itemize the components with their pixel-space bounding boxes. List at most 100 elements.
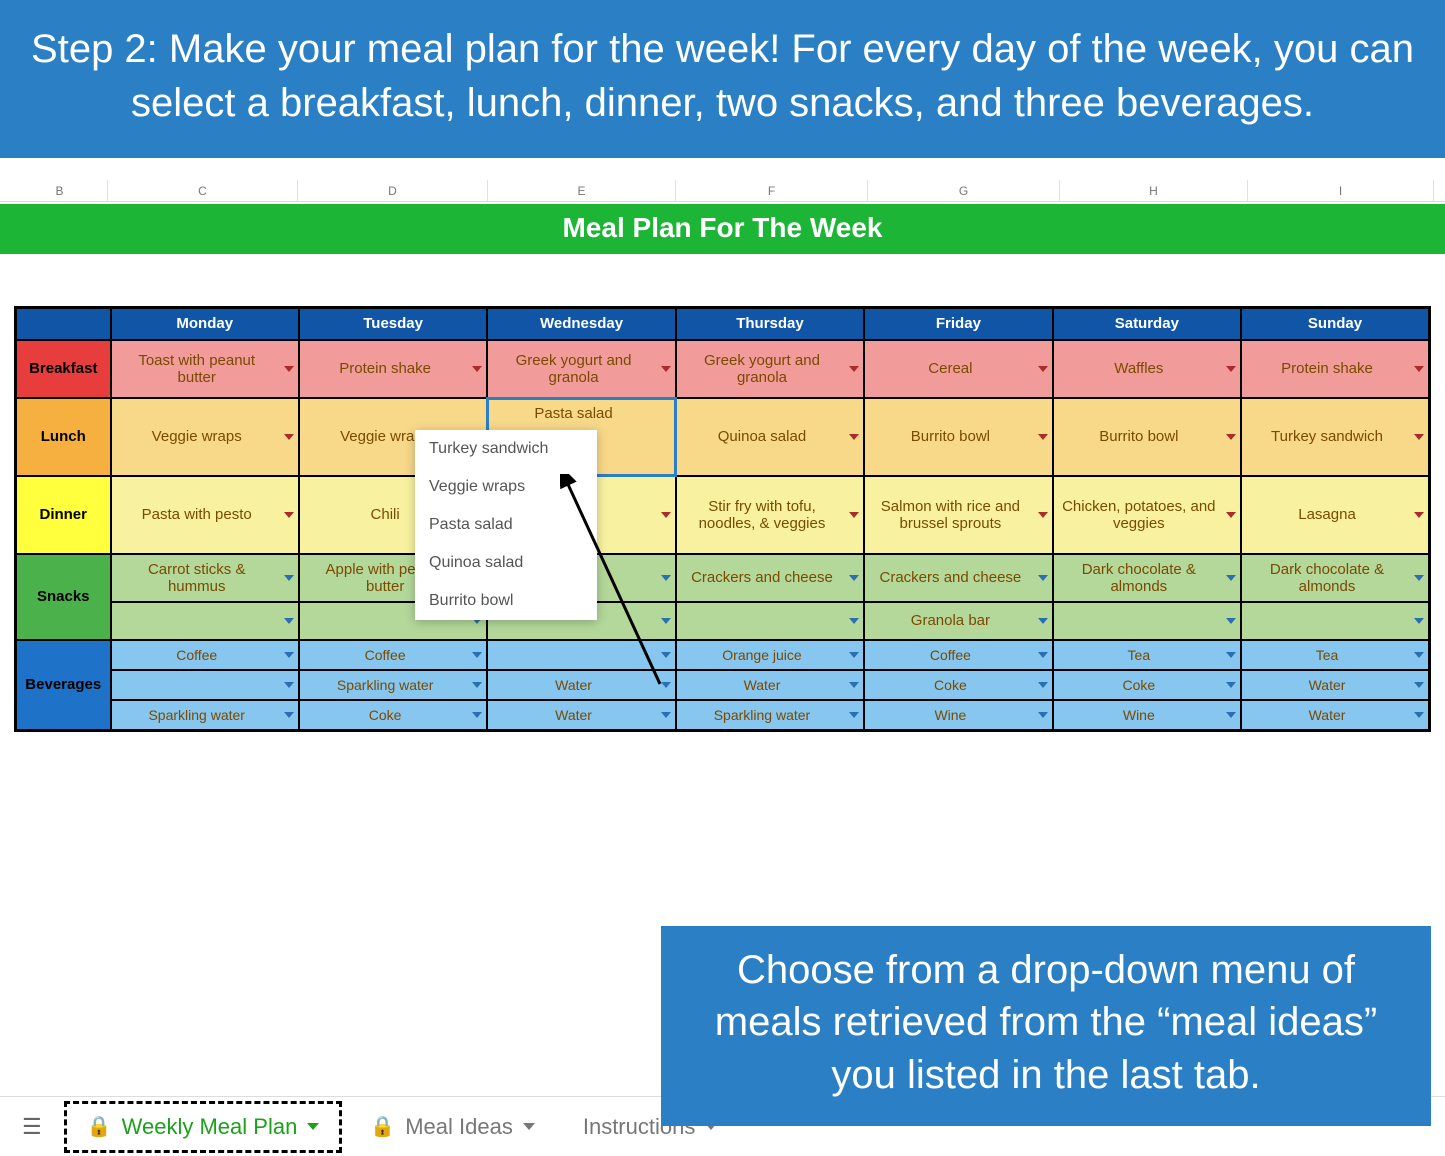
meal-cell[interactable]: Coke: [1053, 670, 1241, 700]
dropdown-arrow-icon[interactable]: [1038, 575, 1048, 581]
dropdown-option[interactable]: Turkey sandwich: [415, 430, 597, 468]
dropdown-arrow-icon[interactable]: [284, 712, 294, 718]
col-header-H[interactable]: H: [1060, 180, 1248, 201]
dropdown-arrow-icon[interactable]: [284, 652, 294, 658]
dropdown-arrow-icon[interactable]: [661, 712, 671, 718]
dropdown-arrow-icon[interactable]: [1038, 512, 1048, 518]
meal-cell[interactable]: Burrito bowl: [1053, 398, 1241, 476]
meal-cell[interactable]: Coffee: [299, 640, 487, 670]
dropdown-arrow-icon[interactable]: [661, 366, 671, 372]
meal-cell[interactable]: Water: [487, 700, 675, 731]
tab-dropdown-icon[interactable]: [523, 1123, 535, 1130]
dropdown-arrow-icon[interactable]: [1038, 434, 1048, 440]
dropdown-arrow-icon[interactable]: [1038, 712, 1048, 718]
meal-cell[interactable]: Carrot sticks & hummus: [111, 554, 299, 602]
col-header-E[interactable]: E: [488, 180, 676, 201]
tab-meal-ideas[interactable]: 🔒 Meal Ideas: [350, 1104, 555, 1150]
dropdown-arrow-icon[interactable]: [284, 512, 294, 518]
meal-cell[interactable]: Crackers and cheese: [676, 554, 864, 602]
meal-cell[interactable]: Coffee: [111, 640, 299, 670]
meal-cell[interactable]: Wine: [864, 700, 1052, 731]
dropdown-arrow-icon[interactable]: [849, 366, 859, 372]
dropdown-arrow-icon[interactable]: [849, 434, 859, 440]
dropdown-arrow-icon[interactable]: [284, 618, 294, 624]
dropdown-arrow-icon[interactable]: [849, 575, 859, 581]
dropdown-arrow-icon[interactable]: [849, 712, 859, 718]
dropdown-arrow-icon[interactable]: [849, 618, 859, 624]
meal-cell[interactable]: Water: [1241, 700, 1429, 731]
dropdown-arrow-icon[interactable]: [1226, 712, 1236, 718]
dropdown-arrow-icon[interactable]: [1038, 366, 1048, 372]
meal-cell[interactable]: Protein shake: [1241, 340, 1429, 398]
meal-cell[interactable]: Sparkling water: [111, 700, 299, 731]
meal-cell[interactable]: Lasagna: [1241, 476, 1429, 554]
meal-cell[interactable]: Greek yogurt and granola: [676, 340, 864, 398]
meal-cell[interactable]: Dark chocolate & almonds: [1053, 554, 1241, 602]
col-header-G[interactable]: G: [868, 180, 1060, 201]
meal-cell[interactable]: Waffles: [1053, 340, 1241, 398]
meal-cell[interactable]: Granola bar: [864, 602, 1052, 640]
dropdown-arrow-icon[interactable]: [472, 682, 482, 688]
dropdown-arrow-icon[interactable]: [849, 682, 859, 688]
dropdown-arrow-icon[interactable]: [1038, 652, 1048, 658]
meal-cell[interactable]: Pasta with pesto: [111, 476, 299, 554]
meal-cell[interactable]: Protein shake: [299, 340, 487, 398]
meal-cell[interactable]: Coke: [864, 670, 1052, 700]
meal-cell[interactable]: Crackers and cheese: [864, 554, 1052, 602]
dropdown-arrow-icon[interactable]: [849, 652, 859, 658]
all-sheets-button[interactable]: ☰: [8, 1114, 56, 1140]
meal-cell[interactable]: [111, 602, 299, 640]
dropdown-arrow-icon[interactable]: [1414, 712, 1424, 718]
tab-weekly-meal-plan[interactable]: 🔒 Weekly Meal Plan: [64, 1101, 343, 1153]
dropdown-arrow-icon[interactable]: [472, 366, 482, 372]
meal-cell[interactable]: Wine: [1053, 700, 1241, 731]
col-header-C[interactable]: C: [108, 180, 298, 201]
meal-cell[interactable]: Stir fry with tofu, noodles, & veggies: [676, 476, 864, 554]
dropdown-arrow-icon[interactable]: [284, 366, 294, 372]
meal-cell[interactable]: Tea: [1241, 640, 1429, 670]
dropdown-arrow-icon[interactable]: [284, 682, 294, 688]
col-header-F[interactable]: F: [676, 180, 868, 201]
meal-cell[interactable]: [1241, 602, 1429, 640]
dropdown-arrow-icon[interactable]: [1226, 512, 1236, 518]
meal-cell[interactable]: Coffee: [864, 640, 1052, 670]
dropdown-arrow-icon[interactable]: [849, 512, 859, 518]
meal-cell[interactable]: [111, 670, 299, 700]
dropdown-arrow-icon[interactable]: [1038, 682, 1048, 688]
meal-cell[interactable]: [1053, 602, 1241, 640]
dropdown-arrow-icon[interactable]: [472, 712, 482, 718]
col-header-I[interactable]: I: [1248, 180, 1434, 201]
col-header-D[interactable]: D: [298, 180, 488, 201]
dropdown-arrow-icon[interactable]: [1414, 618, 1424, 624]
meal-cell[interactable]: Coke: [299, 700, 487, 731]
dropdown-arrow-icon[interactable]: [284, 434, 294, 440]
meal-cell[interactable]: Salmon with rice and brussel sprouts: [864, 476, 1052, 554]
dropdown-arrow-icon[interactable]: [1226, 366, 1236, 372]
dropdown-arrow-icon[interactable]: [1414, 575, 1424, 581]
meal-cell[interactable]: Cereal: [864, 340, 1052, 398]
dropdown-arrow-icon[interactable]: [1414, 512, 1424, 518]
meal-cell[interactable]: Sparkling water: [299, 670, 487, 700]
meal-cell[interactable]: Water: [1241, 670, 1429, 700]
meal-cell[interactable]: Veggie wraps: [111, 398, 299, 476]
dropdown-arrow-icon[interactable]: [1414, 652, 1424, 658]
dropdown-arrow-icon[interactable]: [1414, 366, 1424, 372]
dropdown-arrow-icon[interactable]: [284, 575, 294, 581]
tab-dropdown-icon[interactable]: [307, 1123, 319, 1130]
dropdown-arrow-icon[interactable]: [1038, 618, 1048, 624]
meal-cell[interactable]: Quinoa salad: [676, 398, 864, 476]
dropdown-arrow-icon[interactable]: [1414, 682, 1424, 688]
meal-cell[interactable]: Greek yogurt and granola: [487, 340, 675, 398]
meal-cell[interactable]: Burrito bowl: [864, 398, 1052, 476]
dropdown-arrow-icon[interactable]: [472, 652, 482, 658]
meal-cell[interactable]: Chicken, potatoes, and veggies: [1053, 476, 1241, 554]
meal-cell[interactable]: Sparkling water: [676, 700, 864, 731]
col-header-B[interactable]: B: [12, 180, 108, 201]
meal-cell[interactable]: [676, 602, 864, 640]
meal-cell[interactable]: Dark chocolate & almonds: [1241, 554, 1429, 602]
meal-cell[interactable]: Tea: [1053, 640, 1241, 670]
meal-cell[interactable]: Turkey sandwich: [1241, 398, 1429, 476]
dropdown-arrow-icon[interactable]: [1226, 682, 1236, 688]
meal-cell[interactable]: Orange juice: [676, 640, 864, 670]
dropdown-arrow-icon[interactable]: [1226, 652, 1236, 658]
